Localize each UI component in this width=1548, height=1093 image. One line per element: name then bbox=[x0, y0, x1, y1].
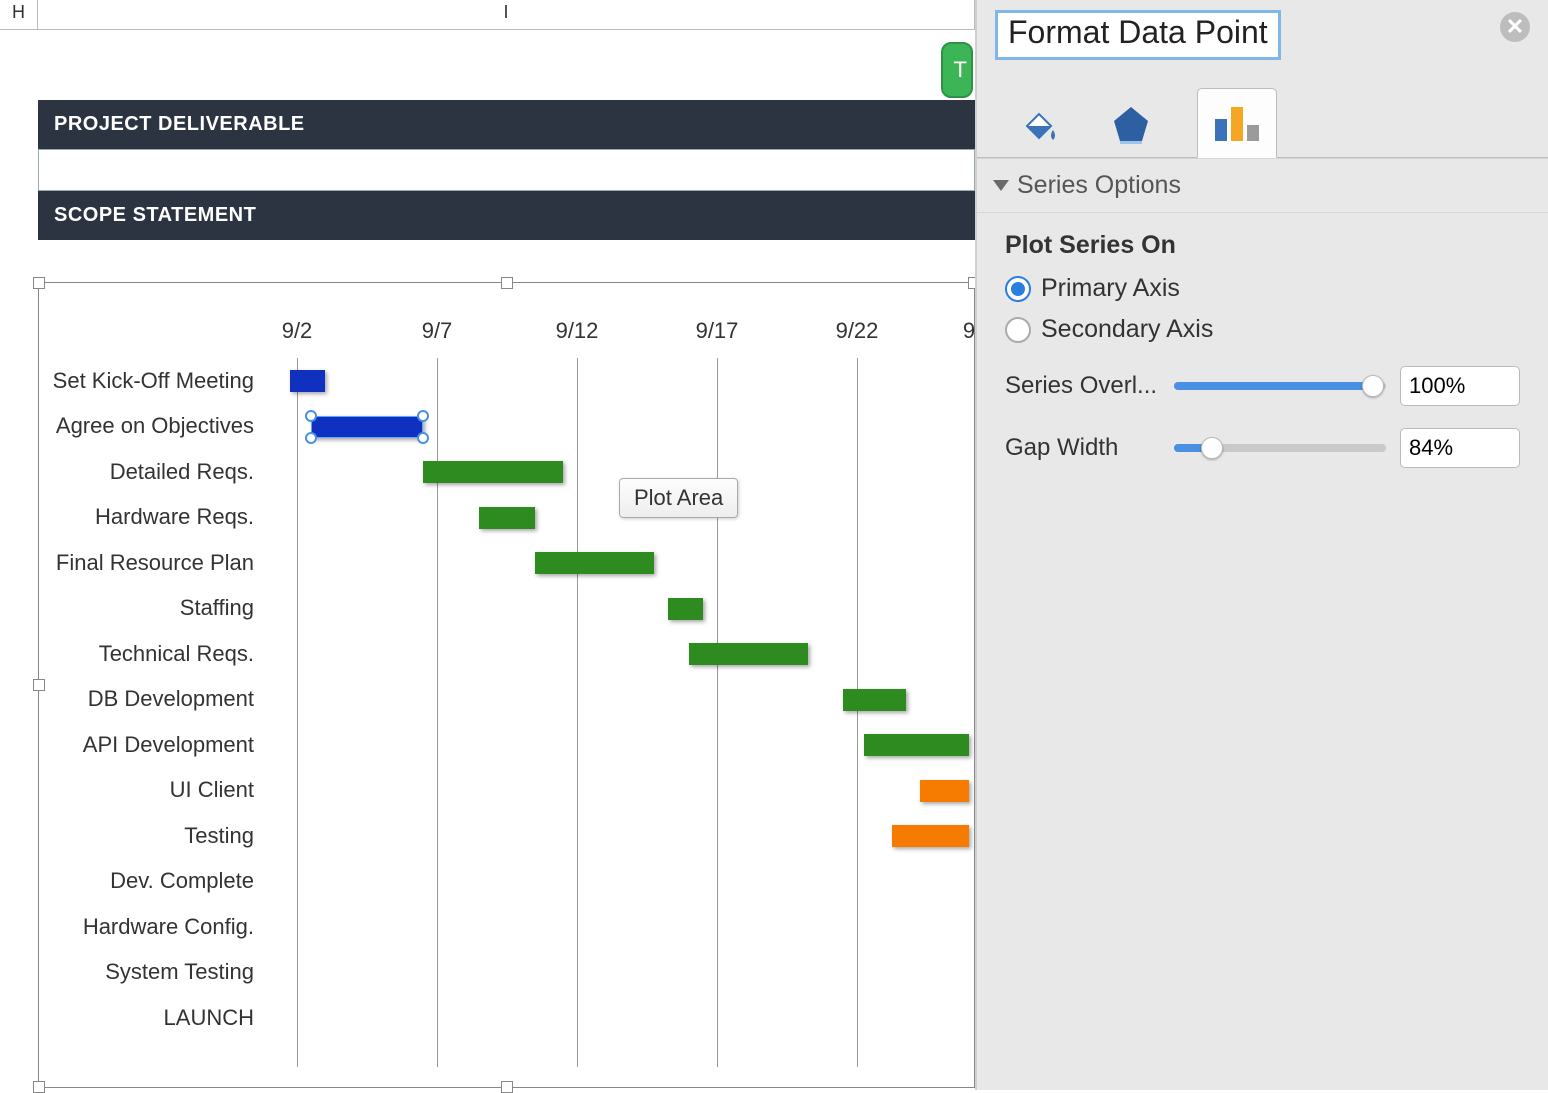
format-panel: Format Data Point ✕ Seri bbox=[975, 0, 1548, 1090]
x-axis-ticks: 9/29/79/129/179/229 bbox=[269, 318, 969, 348]
gantt-bar[interactable] bbox=[668, 598, 703, 620]
gap-width-input[interactable] bbox=[1401, 429, 1548, 467]
column-header-h[interactable]: H bbox=[0, 0, 38, 29]
spreadsheet-area: H I T PROJECT DELIVERABLE SCOPE STATEMEN… bbox=[0, 0, 975, 1090]
gantt-bar[interactable] bbox=[535, 552, 654, 574]
series-overlap-row: Series Overl... ▲ ▼ bbox=[1005, 366, 1520, 406]
category-label: Final Resource Plan bbox=[49, 540, 264, 586]
category-label: DB Development bbox=[49, 677, 264, 723]
primary-axis-radio[interactable] bbox=[1005, 276, 1031, 302]
gantt-bar[interactable] bbox=[479, 507, 535, 529]
x-tick-label: 9/12 bbox=[556, 318, 599, 344]
secondary-axis-radio-row[interactable]: Secondary Axis bbox=[1005, 315, 1520, 344]
disclosure-triangle-icon bbox=[993, 180, 1009, 191]
gantt-bar[interactable] bbox=[864, 734, 969, 756]
section-title: Series Options bbox=[1017, 171, 1181, 200]
gridline bbox=[857, 358, 858, 1067]
bar-selection-handle[interactable] bbox=[305, 410, 317, 422]
panel-title-field[interactable]: Format Data Point bbox=[995, 10, 1281, 60]
x-tick-label: 9 bbox=[963, 318, 975, 344]
gridline bbox=[297, 358, 298, 1067]
bar-selection-handle[interactable] bbox=[417, 410, 429, 422]
green-toolbar-button[interactable]: T bbox=[941, 42, 973, 98]
gap-width-slider[interactable] bbox=[1174, 436, 1386, 460]
panel-header: Format Data Point ✕ bbox=[977, 0, 1548, 68]
gridline bbox=[577, 358, 578, 1067]
series-options-body: Plot Series On Primary Axis Secondary Ax… bbox=[977, 213, 1548, 486]
gantt-bar[interactable] bbox=[920, 780, 969, 802]
primary-axis-radio-row[interactable]: Primary Axis bbox=[1005, 274, 1520, 303]
close-icon[interactable]: ✕ bbox=[1500, 12, 1530, 42]
x-tick-label: 9/2 bbox=[282, 318, 313, 344]
category-label: System Testing bbox=[49, 950, 264, 996]
plot-area-tooltip: Plot Area bbox=[619, 478, 738, 518]
series-options-header[interactable]: Series Options bbox=[977, 158, 1548, 213]
plot-series-on-label: Plot Series On bbox=[1005, 231, 1520, 260]
category-label: Technical Reqs. bbox=[49, 631, 264, 677]
series-overlap-slider[interactable] bbox=[1174, 374, 1386, 398]
category-label: UI Client bbox=[49, 768, 264, 814]
gantt-bar[interactable] bbox=[290, 370, 325, 392]
panel-title: Format Data Point bbox=[1008, 14, 1268, 50]
project-deliverable-band: PROJECT DELIVERABLE bbox=[38, 100, 975, 149]
scope-statement-band: SCOPE STATEMENT bbox=[38, 191, 975, 240]
gantt-bar[interactable] bbox=[843, 689, 906, 711]
selection-handle[interactable] bbox=[33, 1081, 45, 1093]
category-label: Hardware Reqs. bbox=[49, 495, 264, 541]
x-tick-label: 9/22 bbox=[836, 318, 879, 344]
deliverable-cell[interactable] bbox=[38, 149, 975, 191]
category-label: Hardware Config. bbox=[49, 904, 264, 950]
gap-width-label: Gap Width bbox=[1005, 434, 1160, 462]
grid-area bbox=[269, 358, 969, 1067]
primary-axis-label: Primary Axis bbox=[1041, 274, 1180, 303]
gantt-bar[interactable] bbox=[423, 461, 563, 483]
effects-tab-icon[interactable] bbox=[1105, 97, 1157, 157]
column-header-i[interactable]: I bbox=[38, 0, 975, 29]
x-tick-label: 9/17 bbox=[696, 318, 739, 344]
category-label: Detailed Reqs. bbox=[49, 449, 264, 495]
category-label: LAUNCH bbox=[49, 995, 264, 1041]
panel-tabs bbox=[977, 68, 1548, 158]
series-overlap-label: Series Overl... bbox=[1005, 372, 1160, 400]
gap-width-row: Gap Width ▲ ▼ bbox=[1005, 428, 1520, 468]
y-axis-categories: Set Kick-Off MeetingAgree on ObjectivesD… bbox=[49, 358, 264, 1041]
green-btn-label: T bbox=[954, 57, 967, 83]
series-overlap-input[interactable] bbox=[1401, 367, 1548, 405]
slider-thumb[interactable] bbox=[1201, 437, 1223, 459]
fill-tab-icon[interactable] bbox=[1013, 97, 1065, 157]
series-options-tab-icon[interactable] bbox=[1197, 88, 1277, 158]
selection-handle[interactable] bbox=[501, 1081, 513, 1093]
category-label: Set Kick-Off Meeting bbox=[49, 358, 264, 404]
selection-handle[interactable] bbox=[33, 679, 45, 691]
gantt-chart[interactable]: 9/2 9/7 9/12 9/17 9/22 9 Set Kick-Off Meeting… bbox=[38, 282, 975, 1088]
gantt-bar[interactable] bbox=[689, 643, 808, 665]
x-tick-label: 9/7 bbox=[422, 318, 453, 344]
category-label: API Development bbox=[49, 722, 264, 768]
bar-selection-handle[interactable] bbox=[417, 432, 429, 444]
selection-handle[interactable] bbox=[501, 277, 513, 289]
gridline bbox=[717, 358, 718, 1067]
secondary-axis-label: Secondary Axis bbox=[1041, 315, 1213, 344]
category-label: Agree on Objectives bbox=[49, 404, 264, 450]
gap-width-stepper[interactable]: ▲ ▼ bbox=[1400, 428, 1520, 468]
bar-selection-handle[interactable] bbox=[305, 432, 317, 444]
category-label: Staffing bbox=[49, 586, 264, 632]
selection-handle[interactable] bbox=[33, 277, 45, 289]
series-overlap-stepper[interactable]: ▲ ▼ bbox=[1400, 366, 1520, 406]
category-label: Dev. Complete bbox=[49, 859, 264, 905]
slider-thumb[interactable] bbox=[1362, 375, 1384, 397]
plot-area[interactable]: 9/29/79/129/179/229 Set Kick-Off Meeting… bbox=[49, 313, 969, 1067]
gantt-bar[interactable] bbox=[311, 416, 423, 438]
column-headers: H I bbox=[0, 0, 975, 30]
gantt-bar[interactable] bbox=[892, 825, 969, 847]
secondary-axis-radio[interactable] bbox=[1005, 317, 1031, 343]
category-label: Testing bbox=[49, 813, 264, 859]
